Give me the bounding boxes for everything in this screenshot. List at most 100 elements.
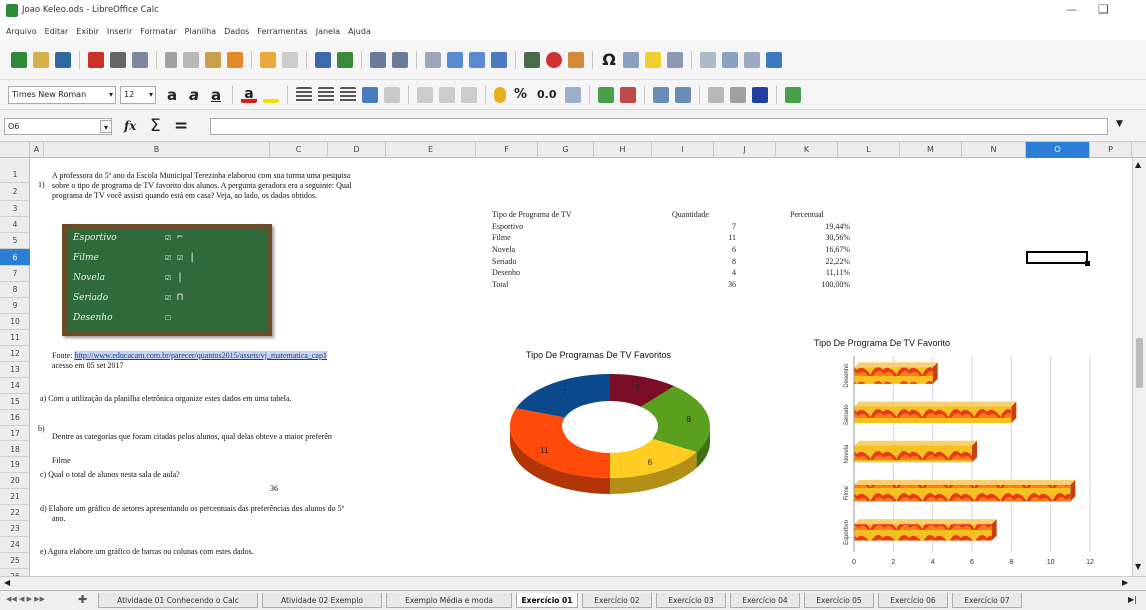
- center-vertically-icon[interactable]: [439, 86, 455, 103]
- maximize-icon[interactable]: ❏: [1098, 2, 1109, 16]
- clone-formatting-icon[interactable]: [227, 51, 243, 68]
- sheet-tab[interactable]: Atividade 01 Conhecendo o Calc: [98, 593, 258, 608]
- copy-icon[interactable]: [183, 51, 199, 68]
- column-header-m[interactable]: M: [900, 142, 962, 158]
- chalkboard-image[interactable]: Esportivo Filme Novela Seriado Desenho ☑…: [62, 224, 272, 336]
- comment-icon[interactable]: [645, 51, 661, 68]
- borders-icon[interactable]: [707, 86, 724, 103]
- sheet-tab[interactable]: Exemplo Média e moda: [386, 593, 512, 608]
- column-header-n[interactable]: N: [962, 142, 1026, 158]
- column-header-e[interactable]: E: [386, 142, 476, 158]
- sheet-tab[interactable]: Exercício 02: [582, 593, 652, 608]
- fill-handle[interactable]: [1085, 261, 1090, 266]
- percent-format-button[interactable]: %: [514, 87, 527, 102]
- sort-descending-icon[interactable]: [469, 51, 485, 68]
- row-header[interactable]: 17: [0, 426, 30, 442]
- sort-icon[interactable]: [425, 51, 441, 68]
- menu-arquivo[interactable]: Arquivo: [6, 27, 37, 36]
- scroll-left-icon[interactable]: ◀: [4, 578, 10, 587]
- row-header[interactable]: 25: [0, 553, 30, 570]
- font-size-box[interactable]: 12 ▾: [120, 85, 156, 104]
- select-all-corner[interactable]: [0, 142, 30, 158]
- align-top-icon[interactable]: [417, 86, 433, 103]
- selected-cell-cursor[interactable]: [1026, 251, 1088, 264]
- bar-chart[interactable]: 0 2 4 6 8 10 12 Esportivo Filme Novela Seriado Dese…: [792, 348, 1102, 568]
- menu-ajuda[interactable]: Ajuda: [348, 27, 371, 36]
- menu-formatar[interactable]: Formatar: [140, 27, 176, 36]
- column-header-p[interactable]: P: [1090, 142, 1132, 158]
- sheet-tab-active[interactable]: Exercício 01: [516, 593, 578, 608]
- menu-exibir[interactable]: Exibir: [76, 27, 99, 36]
- column-header-b[interactable]: B: [44, 142, 270, 158]
- vertical-scrollbar[interactable]: ▲ ▼: [1132, 158, 1146, 576]
- align-center-icon[interactable]: [318, 86, 334, 103]
- bar-novela[interactable]: [854, 445, 972, 463]
- currency-format-icon[interactable]: [494, 86, 506, 103]
- new-document-icon[interactable]: [11, 51, 27, 68]
- minimize-icon[interactable]: —: [1066, 3, 1077, 16]
- show-draw-functions-icon[interactable]: [766, 51, 782, 68]
- expand-formula-icon[interactable]: ▼: [1116, 119, 1123, 129]
- highlight-color-icon[interactable]: [263, 87, 279, 103]
- column-icon[interactable]: [392, 51, 408, 68]
- column-header-h[interactable]: H: [594, 142, 652, 158]
- special-character-icon[interactable]: Ω: [601, 51, 617, 68]
- spelling-icon[interactable]: [337, 51, 353, 68]
- row-header[interactable]: 7: [0, 266, 30, 282]
- column-header-f[interactable]: F: [476, 142, 538, 158]
- column-header-g[interactable]: G: [538, 142, 594, 158]
- row-header[interactable]: 23: [0, 521, 30, 538]
- bar-desenho[interactable]: [854, 367, 933, 384]
- menu-dados[interactable]: Dados: [224, 27, 249, 36]
- column-header-d[interactable]: D: [328, 142, 386, 158]
- column-header-j[interactable]: J: [714, 142, 776, 158]
- pivot-table-icon[interactable]: [568, 51, 584, 68]
- row-header[interactable]: 16: [0, 410, 30, 426]
- formula-input[interactable]: [210, 118, 1108, 135]
- bar-filme[interactable]: [854, 484, 1071, 502]
- menu-planilha[interactable]: Planilha: [185, 27, 216, 36]
- row-header[interactable]: 6: [0, 248, 30, 267]
- row-header[interactable]: 5: [0, 233, 30, 249]
- sum-icon[interactable]: Σ: [150, 116, 161, 136]
- row-header[interactable]: 1: [0, 166, 30, 184]
- sheet-grid[interactable]: 1) A professora do 5º ano da Escola Muni…: [30, 158, 1132, 576]
- add-decimal-icon[interactable]: [597, 86, 614, 103]
- menu-inserir[interactable]: Inserir: [107, 27, 132, 36]
- print-preview-icon[interactable]: [132, 51, 148, 68]
- find-replace-icon[interactable]: [315, 51, 331, 68]
- function-wizard-icon[interactable]: fx: [124, 119, 136, 133]
- row-header[interactable]: 14: [0, 378, 30, 394]
- formula-icon[interactable]: =: [174, 116, 188, 136]
- row-header[interactable]: 4: [0, 217, 30, 233]
- headers-footers-icon[interactable]: [667, 51, 683, 68]
- border-style-icon[interactable]: [729, 86, 746, 103]
- column-header-i[interactable]: I: [652, 142, 714, 158]
- tab-navigation-icon[interactable]: ◀◀ ◀ ▶ ▶▶: [6, 595, 45, 603]
- font-color-icon[interactable]: a: [241, 87, 257, 103]
- row-header[interactable]: 3: [0, 201, 30, 217]
- undo-icon[interactable]: [260, 51, 276, 68]
- row-header[interactable]: 10: [0, 314, 30, 330]
- menu-ferramentas[interactable]: Ferramentas: [257, 27, 307, 36]
- row-header[interactable]: 9: [0, 298, 30, 314]
- name-box[interactable]: O6: [4, 118, 112, 135]
- merge-center-icon[interactable]: [384, 86, 400, 103]
- row-header[interactable]: 21: [0, 489, 30, 506]
- sheet-tab[interactable]: Exercício 07: [952, 593, 1022, 608]
- define-print-area-icon[interactable]: [700, 51, 716, 68]
- autofilter-icon[interactable]: [491, 51, 507, 68]
- row-header[interactable]: 22: [0, 505, 30, 522]
- cut-icon[interactable]: [165, 51, 177, 68]
- date-format-icon[interactable]: [564, 86, 581, 103]
- align-bottom-icon[interactable]: [461, 86, 477, 103]
- horizontal-scrollbar[interactable]: ◀ ▶: [0, 576, 1146, 590]
- scroll-thumb[interactable]: [1136, 338, 1143, 388]
- row-header[interactable]: 11: [0, 330, 30, 346]
- row-header[interactable]: 2: [0, 183, 30, 201]
- hyperlink-icon[interactable]: [623, 51, 639, 68]
- tab-scroll-icon[interactable]: ▶|: [1128, 595, 1137, 604]
- bold-icon[interactable]: a: [164, 87, 180, 103]
- sheet-tab[interactable]: Atividade 02 Exemplo: [262, 593, 382, 608]
- row-header[interactable]: 15: [0, 394, 30, 410]
